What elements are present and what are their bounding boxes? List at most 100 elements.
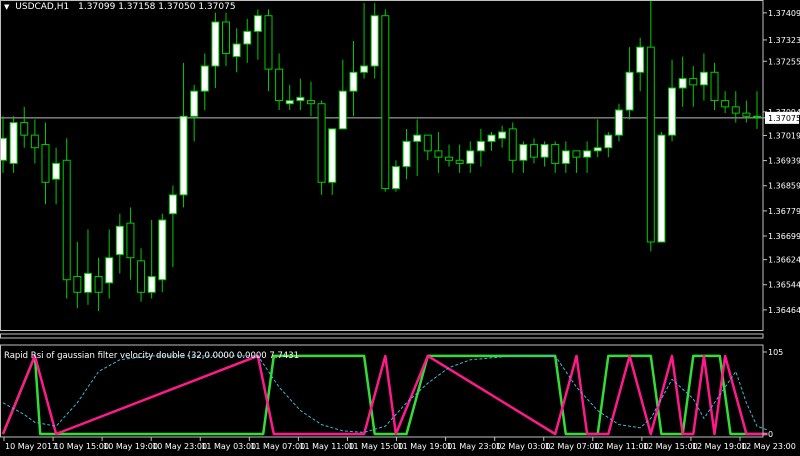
price-tick-label: 1.37019 <box>768 131 800 140</box>
candle-body <box>275 68 284 102</box>
candle-body <box>476 140 485 152</box>
time-tick-label: 12 May 07:00 <box>545 442 600 451</box>
candle-body <box>328 128 337 183</box>
candle-body <box>317 103 326 183</box>
candle-body <box>360 65 369 73</box>
candle-body <box>253 15 262 32</box>
time-tick-label: 12 May 15:00 <box>643 442 698 451</box>
time-tick-label: 11 May 23:00 <box>447 442 502 451</box>
indicator-pane <box>1 354 768 436</box>
candle-body <box>179 115 188 196</box>
price-tick-label: 1.36859 <box>768 182 800 191</box>
candle-body <box>83 272 92 293</box>
indicator-tick-label: 105 <box>768 348 783 357</box>
candle-body <box>41 144 50 183</box>
candle-body <box>668 87 677 136</box>
time-tick-label: 11 May 03:00 <box>201 442 256 451</box>
candle-body <box>466 150 475 164</box>
candle-body <box>211 21 220 67</box>
candle-body <box>731 106 740 114</box>
candle-body <box>306 100 315 105</box>
candle-body <box>572 150 581 158</box>
candle-body <box>30 134 39 149</box>
candle-body <box>689 78 698 86</box>
time-tick-label: 10 May 19:00 <box>103 442 158 451</box>
time-tick-label: 11 May 07:00 <box>250 442 305 451</box>
candle-body <box>519 144 528 161</box>
candle-body <box>529 144 538 158</box>
candle-body <box>678 78 687 89</box>
candle-body <box>614 109 623 136</box>
candle-body <box>232 43 241 58</box>
candle-body <box>222 21 231 54</box>
candle-body <box>540 144 549 158</box>
candle-body <box>200 65 209 92</box>
chart-canvas[interactable]: 10 May 201710 May 15:0010 May 19:0010 Ma… <box>0 0 800 456</box>
price-tick-label: 1.36939 <box>768 157 800 166</box>
candle-body <box>434 150 443 158</box>
candle-body <box>73 276 82 293</box>
candle-body <box>710 71 719 102</box>
candle-body <box>551 144 560 164</box>
candle-body <box>168 194 177 215</box>
candle-body <box>190 90 199 117</box>
candle-body <box>646 46 655 243</box>
price-tick-label: 1.37255 <box>768 57 800 66</box>
price-tick-label: 1.36624 <box>768 256 800 265</box>
candle-body <box>158 219 167 281</box>
candle-body <box>338 90 347 130</box>
candle-body <box>370 15 379 67</box>
candle-body <box>243 30 252 45</box>
candle-body <box>498 131 507 139</box>
time-tick-label: 11 May 19:00 <box>398 442 453 451</box>
time-tick-label: 10 May 15:00 <box>54 442 109 451</box>
candle-body <box>20 122 29 136</box>
candle-body <box>721 100 730 108</box>
candle-body <box>604 134 613 149</box>
time-tick-label: 12 May 19:00 <box>692 442 747 451</box>
candle-body <box>137 260 146 293</box>
time-tick-label: 11 May 11:00 <box>299 442 354 451</box>
candle-body <box>699 71 708 86</box>
candle-body <box>561 150 570 164</box>
time-tick-label: 12 May 23:00 <box>741 442 796 451</box>
candle-body <box>52 162 61 180</box>
price-pane <box>0 0 763 312</box>
candle-body <box>296 96 305 102</box>
candle-body <box>285 100 294 105</box>
candle-body <box>423 134 432 152</box>
time-tick-label: 12 May 11:00 <box>594 442 649 451</box>
candle-body <box>381 15 390 190</box>
price-tick-label: 1.37409 <box>768 9 800 18</box>
time-axis: 10 May 201710 May 15:0010 May 19:0010 Ma… <box>3 437 796 451</box>
candle-body <box>487 134 496 142</box>
candle-body <box>455 159 464 164</box>
candle-body <box>264 15 273 70</box>
candle-body <box>657 134 666 243</box>
indicator-title: Rapid Rsi of gaussian filter velocity do… <box>4 351 300 361</box>
candle-body <box>349 71 358 92</box>
price-tick-label: 1.36699 <box>768 232 800 241</box>
time-tick-label: 10 May 23:00 <box>152 442 207 451</box>
time-tick-label: 12 May 03:00 <box>496 442 551 451</box>
candle-body <box>625 71 634 111</box>
price-tick-label: 1.37323 <box>768 36 800 45</box>
candle-body <box>508 128 517 161</box>
time-tick-label: 10 May 2017 <box>5 442 57 451</box>
candle-body <box>147 276 156 293</box>
candle-body <box>413 134 422 142</box>
candle-body <box>9 122 18 164</box>
price-tick-label: 1.37075 <box>768 114 800 123</box>
time-tick-label: 11 May 15:00 <box>348 442 403 451</box>
candle-body <box>636 46 645 73</box>
candle-body <box>115 225 124 256</box>
candle-body <box>105 257 114 284</box>
price-tick-label: 1.36464 <box>768 306 800 315</box>
candle-body <box>445 156 454 161</box>
indicator-tick-label: 0 <box>768 430 773 439</box>
pane-separator <box>0 333 764 339</box>
candle-body <box>742 112 751 117</box>
candle-body <box>126 222 135 259</box>
candle-body <box>593 147 602 152</box>
candle-body <box>402 140 411 168</box>
